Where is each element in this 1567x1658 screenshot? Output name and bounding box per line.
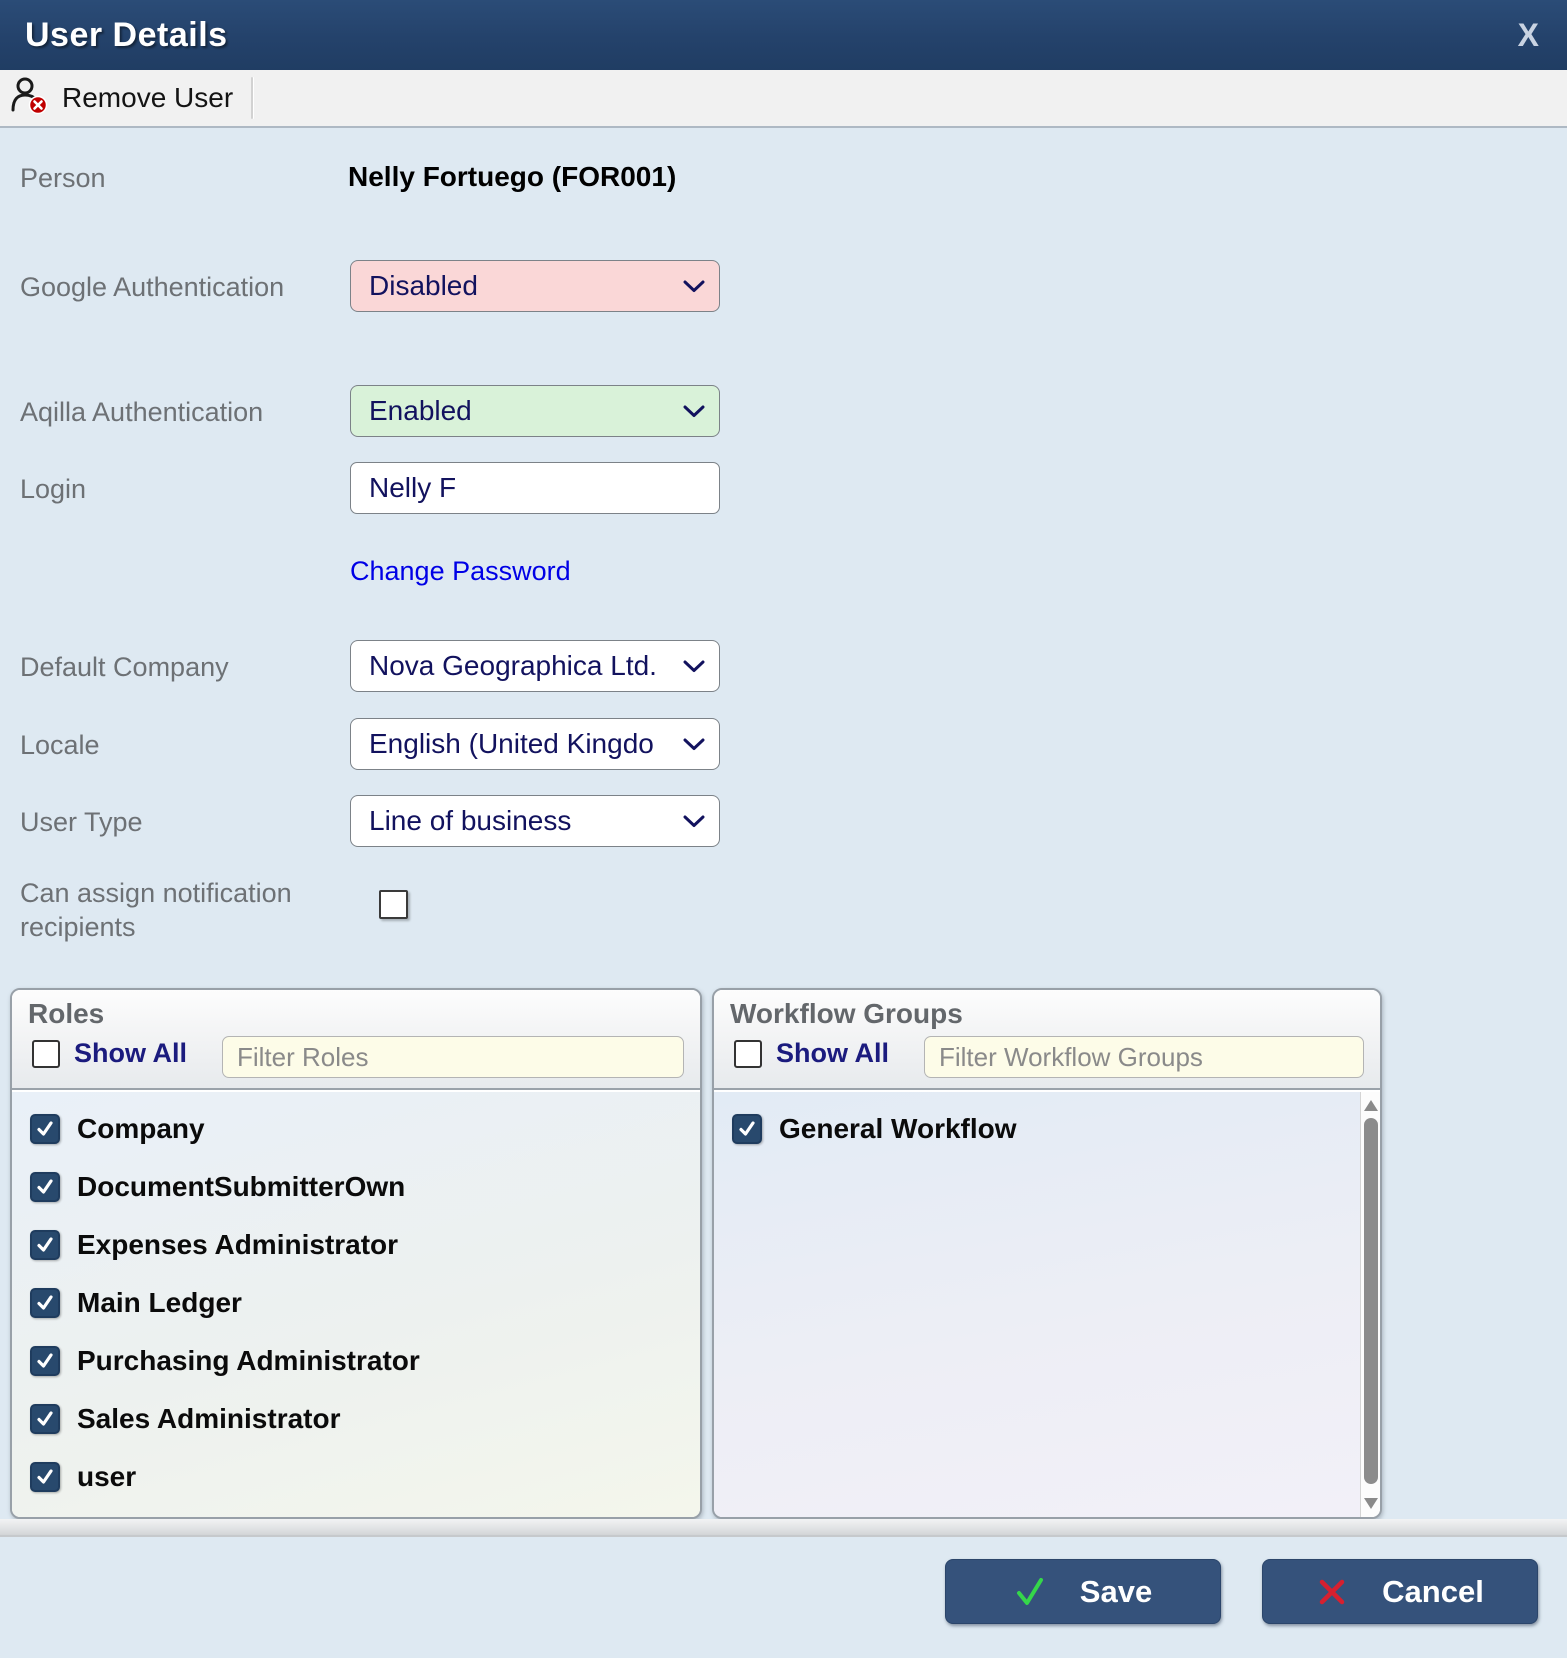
user-type-label: User Type	[20, 807, 143, 838]
role-item[interactable]: user	[12, 1448, 700, 1506]
save-button[interactable]: Save	[945, 1559, 1221, 1624]
google-auth-value: Disabled	[369, 270, 677, 302]
scrollbar-thumb[interactable]	[1364, 1118, 1378, 1484]
user-type-select[interactable]: Line of business	[350, 795, 720, 847]
default-company-select[interactable]: Nova Geographica Ltd.	[350, 640, 720, 692]
role-label: user	[77, 1461, 136, 1493]
role-item[interactable]: Expenses Administrator	[12, 1216, 700, 1274]
change-password-link[interactable]: Change Password	[350, 556, 571, 587]
roles-filter-input[interactable]	[222, 1036, 684, 1078]
scroll-down-icon[interactable]	[1364, 1498, 1378, 1509]
save-check-icon	[1014, 1576, 1046, 1608]
roles-panel: Roles Show All Company DocumentSubmitter…	[10, 988, 702, 1519]
default-company-value: Nova Geographica Ltd.	[369, 650, 677, 682]
role-checkbox[interactable]	[30, 1230, 60, 1260]
role-label: Purchasing Administrator	[77, 1345, 420, 1377]
toolbar-separator	[251, 77, 253, 119]
role-label: DocumentSubmitterOwn	[77, 1171, 405, 1203]
chevron-down-icon	[683, 280, 705, 293]
vertical-scrollbar[interactable]	[1360, 1092, 1380, 1517]
role-label: Sales Administrator	[77, 1403, 340, 1435]
role-checkbox[interactable]	[30, 1172, 60, 1202]
locale-label: Locale	[20, 730, 100, 761]
workflow-label: General Workflow	[779, 1113, 1017, 1145]
workflow-panel-header: Workflow Groups Show All	[714, 990, 1380, 1090]
chevron-down-icon	[683, 815, 705, 828]
workflow-list: General Workflow	[714, 1092, 1380, 1517]
chevron-down-icon	[683, 738, 705, 751]
user-details-dialog: User Details X Remove User Person Nelly …	[0, 0, 1567, 1658]
remove-user-icon	[10, 75, 50, 122]
role-checkbox[interactable]	[30, 1288, 60, 1318]
close-button[interactable]: X	[1518, 19, 1539, 51]
google-auth-select[interactable]: Disabled	[350, 260, 720, 312]
chevron-down-icon	[683, 660, 705, 673]
dialog-titlebar: User Details X	[0, 0, 1567, 70]
role-label: Main Ledger	[77, 1287, 242, 1319]
chevron-down-icon	[683, 405, 705, 418]
save-label: Save	[1080, 1574, 1152, 1610]
role-item[interactable]: Sales Administrator	[12, 1390, 700, 1448]
remove-user-label: Remove User	[62, 82, 233, 114]
workflow-filter-input[interactable]	[924, 1036, 1364, 1078]
aqilla-auth-label: Aqilla Authentication	[20, 397, 263, 428]
roles-panel-header: Roles Show All	[12, 990, 700, 1090]
role-label: Company	[77, 1113, 205, 1145]
roles-list: Company DocumentSubmitterOwn Expenses Ad…	[12, 1092, 700, 1517]
aqilla-auth-value: Enabled	[369, 395, 677, 427]
role-checkbox[interactable]	[30, 1114, 60, 1144]
workflow-checkbox[interactable]	[732, 1114, 762, 1144]
role-item[interactable]: Company	[12, 1100, 700, 1158]
roles-show-all-label[interactable]: Show All	[74, 1038, 187, 1069]
role-checkbox[interactable]	[30, 1462, 60, 1492]
person-value: Nelly Fortuego (FOR001)	[348, 161, 676, 193]
dialog-title: User Details	[25, 16, 228, 55]
can-assign-label: Can assign notification recipients	[20, 876, 330, 944]
user-type-value: Line of business	[369, 805, 677, 837]
locale-select[interactable]: English (United Kingdo	[350, 718, 720, 770]
role-label: Expenses Administrator	[77, 1229, 398, 1261]
role-item[interactable]: DocumentSubmitterOwn	[12, 1158, 700, 1216]
cancel-button[interactable]: Cancel	[1262, 1559, 1538, 1624]
cancel-label: Cancel	[1382, 1574, 1484, 1610]
role-checkbox[interactable]	[30, 1404, 60, 1434]
default-company-label: Default Company	[20, 652, 229, 683]
role-checkbox[interactable]	[30, 1346, 60, 1376]
person-label: Person	[20, 163, 106, 194]
role-item[interactable]: Main Ledger	[12, 1274, 700, 1332]
panels-bottom-border	[0, 1519, 1567, 1537]
login-label: Login	[20, 474, 86, 505]
roles-panel-title: Roles	[28, 998, 684, 1030]
remove-user-button[interactable]: Remove User	[0, 70, 247, 126]
google-auth-label: Google Authentication	[20, 272, 284, 303]
locale-value: English (United Kingdo	[369, 728, 677, 760]
workflow-show-all-label[interactable]: Show All	[776, 1038, 889, 1069]
scroll-up-icon[interactable]	[1364, 1100, 1378, 1111]
toolbar: Remove User	[0, 70, 1567, 128]
role-item[interactable]: Purchasing Administrator	[12, 1332, 700, 1390]
workflow-panel-title: Workflow Groups	[730, 998, 1364, 1030]
can-assign-checkbox[interactable]	[379, 890, 408, 919]
workflow-groups-panel: Workflow Groups Show All General Workflo…	[712, 988, 1382, 1519]
workflow-item[interactable]: General Workflow	[714, 1100, 1380, 1158]
login-input[interactable]	[350, 462, 720, 514]
workflow-show-all-checkbox[interactable]	[734, 1040, 762, 1068]
aqilla-auth-select[interactable]: Enabled	[350, 385, 720, 437]
cancel-x-icon	[1316, 1576, 1348, 1608]
roles-show-all-checkbox[interactable]	[32, 1040, 60, 1068]
